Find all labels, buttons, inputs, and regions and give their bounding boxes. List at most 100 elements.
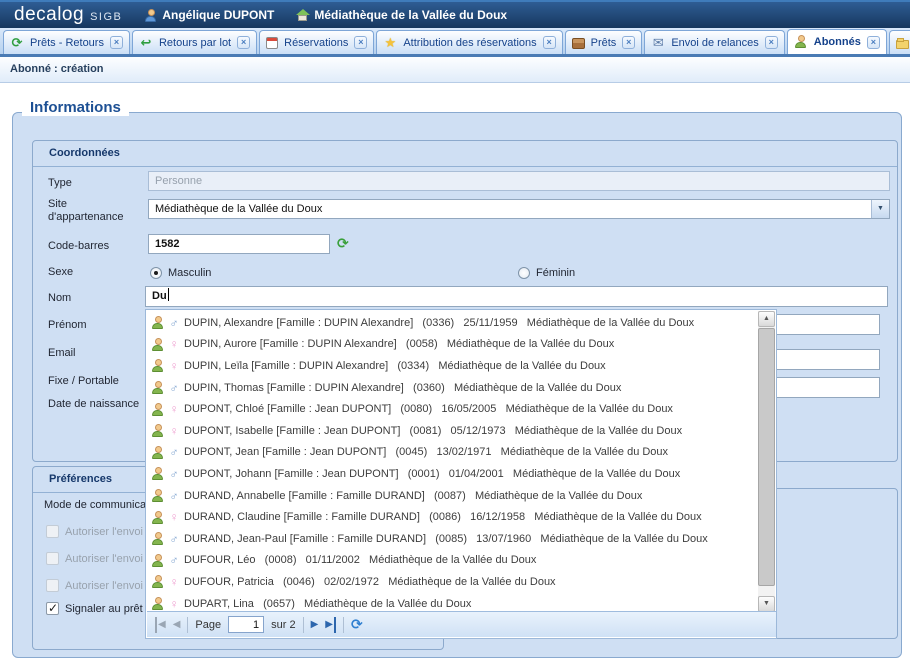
female-icon: ♀ [168,597,180,611]
page-number-input[interactable] [228,616,264,633]
subscriber-icon [151,424,164,437]
female-icon: ♀ [168,424,180,438]
nom-input[interactable]: Du [145,286,888,307]
male-icon: ♂ [168,445,180,459]
feminin-label: Féminin [536,267,575,279]
subscriber-row[interactable]: ♂ ♀ DUPONT, Chloé [Famille : Jean DUPONT… [147,398,757,420]
checkbox-label: Autoriser l'envoi [65,580,143,592]
radio-masculin[interactable] [150,267,162,279]
subscriber-row[interactable]: ♂ ♀ DUPIN, Thomas [Famille : DUPIN Alexa… [147,377,757,399]
star-icon [383,36,397,50]
subscriber-row[interactable]: ♂ ♀ DUPIN, Alexandre [Famille : DUPIN Al… [147,312,757,334]
subscriber-icon [151,511,164,524]
phone-label: Fixe / Portable [48,375,119,387]
tab-close-icon[interactable] [237,36,250,49]
subscriber-row[interactable]: ♂ ♀ DUFOUR, Patricia (0046) 02/02/1972 M… [147,571,757,593]
subscriber-row[interactable]: ♂ ♀ DUPONT, Jean [Famille : Jean DUPONT]… [147,442,757,464]
mode-communication-label: Mode de communica [44,499,146,511]
male-icon: ♂ [168,467,180,481]
current-user[interactable]: Angélique DUPONT [144,8,274,22]
subscriber-row[interactable]: ♂ ♀ DUFOUR, Léo (0008) 01/11/2002 Médiat… [147,550,757,572]
chevron-down-icon[interactable]: ▼ [871,200,889,218]
pager-divider [303,617,304,633]
tab-abonnes[interactable]: Abonnés [787,29,887,54]
checkbox-icon[interactable] [46,552,59,565]
subscriber-row[interactable]: ♂ ♀ DURAND, Jean-Paul [Famille : Famille… [147,528,757,550]
tab-reservations[interactable]: Réservations [259,30,374,54]
female-icon: ♀ [168,575,180,589]
tab-close-icon[interactable] [622,36,635,49]
tab-close-icon[interactable] [765,36,778,49]
page-total-label: sur 2 [271,619,295,631]
tab-close-icon[interactable] [543,36,556,49]
subscriber-row[interactable]: ♂ ♀ DUPIN, Aurore [Famille : DUPIN Alexa… [147,334,757,356]
prev-page-icon[interactable]: ◀ [173,617,181,633]
breadcrumb: Abonné : création [0,57,910,83]
subscriber-icon [151,316,164,329]
dob-label: Date de naissance [48,398,139,410]
subscriber-row-text: DUFOUR, Patricia (0046) 02/02/1972 Média… [184,576,556,588]
subscriber-icon [151,467,164,480]
male-icon: ♂ [168,381,180,395]
subscriber-row[interactable]: ♂ ♀ DUPONT, Johann [Famille : Jean DUPON… [147,463,757,485]
subscriber-row[interactable]: ♂ ♀ DUPIN, Leïla [Famille : DUPIN Alexan… [147,355,757,377]
tab-close-icon[interactable] [354,36,367,49]
tab-label: Prêts [590,37,618,49]
barcode-label: Code-barres [48,240,109,252]
tab-envoi-de-relances[interactable]: Envoi de relances [644,30,784,54]
coordonnees-legend: Coordonnées [33,141,897,167]
home-icon [296,9,309,22]
male-icon: ♂ [168,316,180,330]
type-field: Personne [148,171,890,191]
subscriber-row[interactable]: ♂ ♀ DUPONT, Isabelle [Famille : Jean DUP… [147,420,757,442]
subscriber-icon [151,381,164,394]
scroll-up-icon[interactable]: ▲ [758,311,775,327]
tab-label: Envoi de relances [670,37,759,49]
app-header: decalog SIGB Angélique DUPONT Médiathèqu… [0,0,910,28]
tab-close-icon[interactable] [110,36,123,49]
subscriber-row-text: DUPIN, Aurore [Famille : DUPIN Alexandre… [184,338,614,350]
scroll-down-icon[interactable]: ▼ [758,596,775,612]
subscriber-icon [151,446,164,459]
subscriber-icon [151,359,164,372]
checkbox-icon[interactable] [46,602,59,615]
user-icon [144,9,157,22]
tab-prets-retours[interactable]: Prêts - Retours [3,30,130,54]
subscriber-row-text: DUFOUR, Léo (0008) 01/11/2002 Médiathèqu… [184,554,536,566]
radio-feminin[interactable] [518,267,530,279]
subscriber-icon [151,597,164,610]
site-select[interactable]: Médiathèque de la Vallée du Doux ▼ [148,199,890,219]
tab-retours-par-lot[interactable]: Retours par lot [132,30,257,54]
current-site[interactable]: Médiathèque de la Vallée du Doux [296,8,507,22]
checkbox-label: Autoriser l'envoi [65,553,143,565]
subscriber-row[interactable]: ♂ ♀ DURAND, Annabelle [Famille : Famille… [147,485,757,507]
tab-attribution-des-reservations[interactable]: Attribution des réservations [376,30,562,54]
subscriber-row[interactable]: ♂ ♀ DURAND, Claudine [Famille : Famille … [147,506,757,528]
scrollbar-thumb[interactable] [758,328,775,586]
tab-regroupem[interactable]: Regroupem [889,30,910,54]
tab-prets[interactable]: Prêts [565,30,643,54]
regenerate-barcode-icon[interactable]: ⟳ [337,235,349,252]
dropdown-scrollbar[interactable]: ▲ ▼ [758,311,775,612]
subscriber-icon [151,403,164,416]
subscriber-row-text: DUPART, Lina (0657) Médiathèque de la Va… [184,598,471,610]
last-page-icon[interactable]: ▶ [325,617,336,633]
checkbox-icon[interactable] [46,525,59,538]
pager-divider [187,617,188,633]
subscriber-row-text: DUPONT, Jean [Famille : Jean DUPONT] (00… [184,446,668,458]
envelope-icon [651,36,665,50]
first-page-icon[interactable]: ◀ [155,617,166,633]
barcode-input[interactable]: 1582 [148,234,330,254]
undo-icon [139,36,153,50]
subscriber-row-text: DUPIN, Thomas [Famille : DUPIN Alexandre… [184,382,621,394]
next-page-icon[interactable]: ▶ [311,617,319,633]
male-icon: ♂ [168,553,180,567]
subscriber-icon [151,532,164,545]
tab-label: Réservations [283,37,349,49]
subscriber-row[interactable]: ♂ ♀ DUPART, Lina (0657) Médiathèque de l… [147,593,757,612]
checkbox-icon[interactable] [46,579,59,592]
page-label: Page [195,619,221,631]
tab-close-icon[interactable] [867,36,880,49]
folder-icon [896,40,909,49]
refresh-icon[interactable]: ⟳ [351,616,363,633]
